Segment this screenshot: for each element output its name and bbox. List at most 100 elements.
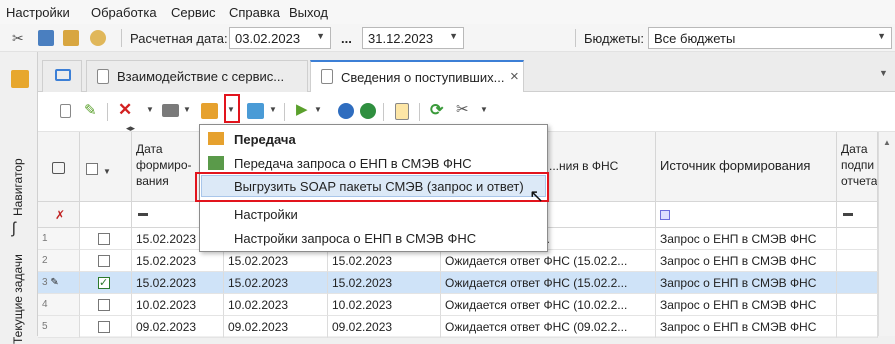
cell-date-2-text: 09.02.2023 xyxy=(228,320,289,334)
chevron-down-icon[interactable]: ▼ xyxy=(103,164,111,180)
cell-status[interactable]: Ожидается ответ ФНС (09.02.2... xyxy=(441,316,656,338)
tasks-icon[interactable]: ʃ xyxy=(12,220,16,238)
row-checkbox[interactable] xyxy=(98,255,110,267)
cell-status-text: Ожидается ответ ФНС (15.02.2... xyxy=(445,254,628,268)
tab-payments-info[interactable]: Сведения о поступивших... × xyxy=(310,60,524,93)
menu-help[interactable]: Справка xyxy=(229,5,280,20)
cell-source[interactable]: Запрос о ЕНП в СМЭВ ФНС xyxy=(656,294,837,316)
tasks-tab[interactable]: Текущие задачи xyxy=(11,254,25,344)
export-icon[interactable] xyxy=(247,103,264,119)
tab-interaction[interactable]: Взаимодействие с сервис... xyxy=(86,60,308,92)
cell-date-2[interactable]: 10.02.2023 xyxy=(224,294,328,316)
cell-status[interactable]: Ожидается ответ ФНС (15.02.2... xyxy=(441,250,656,272)
user-remove-icon[interactable] xyxy=(38,30,54,46)
cell-date-2[interactable]: 15.02.2023 xyxy=(224,250,328,272)
chevron-down-icon[interactable]: ▼ xyxy=(877,31,886,41)
cell-date-form[interactable]: 15.02.2023 xyxy=(132,272,224,294)
cell-date-form[interactable]: 15.02.2023 xyxy=(132,250,224,272)
filter-cell[interactable] xyxy=(656,202,837,228)
row-checkbox[interactable]: ✓ xyxy=(98,277,110,289)
settings-icon[interactable]: ✂ xyxy=(456,100,469,118)
cell-source[interactable]: Запрос о ЕНП в СМЭВ ФНС xyxy=(656,316,837,338)
budgets-select[interactable]: Все бюджеты ▼ xyxy=(648,27,892,49)
filter-cell[interactable]: ▬ xyxy=(837,202,878,228)
cell-source[interactable]: Запрос о ЕНП в СМЭВ ФНС xyxy=(656,228,837,250)
filter-cell[interactable] xyxy=(80,202,132,228)
vertical-scrollbar[interactable]: ▲ xyxy=(878,132,895,336)
row-checkbox[interactable] xyxy=(98,321,110,333)
delete-icon[interactable]: ✕ xyxy=(118,100,132,120)
menu-service[interactable]: Сервис xyxy=(171,5,216,20)
tab-home[interactable] xyxy=(42,60,82,92)
chevron-down-icon[interactable]: ▼ xyxy=(480,105,488,114)
report-icon[interactable] xyxy=(395,103,409,120)
chevron-down-icon[interactable]: ▼ xyxy=(146,105,154,114)
menu-item-settings[interactable]: Настройки xyxy=(234,207,298,222)
cell-source[interactable]: Запрос о ЕНП в СМЭВ ФНС xyxy=(656,272,837,294)
tabs-dropdown-icon[interactable]: ▼ xyxy=(879,68,888,78)
tab-label: Сведения о поступивших... xyxy=(341,70,505,85)
cell-date-form[interactable]: 09.02.2023 xyxy=(132,316,224,338)
date-to-field[interactable]: 31.12.2023 ▼ xyxy=(362,27,464,49)
cell-date-3[interactable]: 10.02.2023 xyxy=(328,294,441,316)
tools-icon[interactable]: ✂ xyxy=(12,30,28,46)
cell-date-2[interactable]: 15.02.2023 xyxy=(224,272,328,294)
close-icon[interactable]: × xyxy=(510,68,519,85)
transfer-icon[interactable] xyxy=(201,103,218,119)
navigator-icon[interactable] xyxy=(11,70,29,88)
grid-icon[interactable] xyxy=(52,162,65,174)
cell-date-3-text: 10.02.2023 xyxy=(332,298,393,312)
sign-icon[interactable] xyxy=(338,103,354,119)
new-document-icon[interactable] xyxy=(60,104,71,118)
header-date-sign[interactable]: Дата подпи отчета xyxy=(837,132,878,202)
chevron-down-icon[interactable]: ▼ xyxy=(316,31,325,41)
navigator-tab[interactable]: Навигатор xyxy=(11,158,25,216)
cell-status[interactable]: Ожидается ответ ФНС (10.02.2... xyxy=(441,294,656,316)
user-settings-icon[interactable] xyxy=(63,30,79,46)
row-number[interactable]: 1 xyxy=(38,228,80,250)
cell-date-2[interactable]: 09.02.2023 xyxy=(224,316,328,338)
cell-date-sign[interactable] xyxy=(837,316,878,338)
menu-item-transfer-request[interactable]: Передача запроса о ЕНП в СМЭВ ФНС xyxy=(234,156,472,171)
print-icon[interactable] xyxy=(162,104,179,117)
cell-date-2-text: 15.02.2023 xyxy=(228,276,289,290)
cell-date-form-text: 15.02.2023 xyxy=(136,276,197,290)
scroll-up-icon[interactable]: ▲ xyxy=(883,138,891,147)
menu-item-transfer[interactable]: Передача xyxy=(234,132,296,147)
row-number[interactable]: 5 xyxy=(38,316,80,338)
cell-status[interactable]: Ожидается ответ ФНС (15.02.2... xyxy=(441,272,656,294)
cell-source[interactable]: Запрос о ЕНП в СМЭВ ФНС xyxy=(656,250,837,272)
row-number[interactable]: 3 ✎ xyxy=(38,272,80,294)
cell-date-sign[interactable] xyxy=(837,250,878,272)
chevron-down-icon[interactable]: ▼ xyxy=(269,105,277,114)
header-source[interactable]: Источник формирования xyxy=(656,132,837,202)
menu-processing[interactable]: Обработка xyxy=(91,5,157,20)
row-number[interactable]: 4 xyxy=(38,294,80,316)
filter-list-icon[interactable] xyxy=(660,210,670,220)
cell-date-sign[interactable] xyxy=(837,272,878,294)
menu-item-request-settings[interactable]: Настройки запроса о ЕНП в СМЭВ ФНС xyxy=(234,231,476,246)
chevron-down-icon[interactable]: ▼ xyxy=(183,105,191,114)
edit-icon[interactable]: ✎ xyxy=(84,101,97,119)
run-icon[interactable]: ▶ xyxy=(296,100,308,118)
cell-date-sign[interactable] xyxy=(837,228,878,250)
cell-date-3[interactable]: 15.02.2023 xyxy=(328,250,441,272)
date-from-field[interactable]: 03.02.2023 ▼ xyxy=(229,27,331,49)
pin-icon[interactable]: ✗ xyxy=(55,208,65,222)
menu-exit[interactable]: Выход xyxy=(289,5,328,20)
row-checkbox[interactable] xyxy=(98,233,110,245)
chevron-down-icon[interactable]: ▼ xyxy=(449,31,458,41)
chevron-down-icon[interactable]: ▼ xyxy=(314,105,322,114)
cell-date-3[interactable]: 09.02.2023 xyxy=(328,316,441,338)
users-icon[interactable] xyxy=(90,30,106,46)
row-checkbox[interactable] xyxy=(98,299,110,311)
refresh-icon[interactable]: ⟳ xyxy=(430,100,443,120)
select-all-checkbox[interactable] xyxy=(86,163,98,175)
cell-date-sign[interactable] xyxy=(837,294,878,316)
cell-source-text: Запрос о ЕНП в СМЭВ ФНС xyxy=(660,298,817,312)
cell-date-3[interactable]: 15.02.2023 xyxy=(328,272,441,294)
check-icon[interactable] xyxy=(360,103,376,119)
menu-settings[interactable]: Настройки xyxy=(6,5,70,20)
cell-date-form[interactable]: 10.02.2023 xyxy=(132,294,224,316)
row-number[interactable]: 2 xyxy=(38,250,80,272)
